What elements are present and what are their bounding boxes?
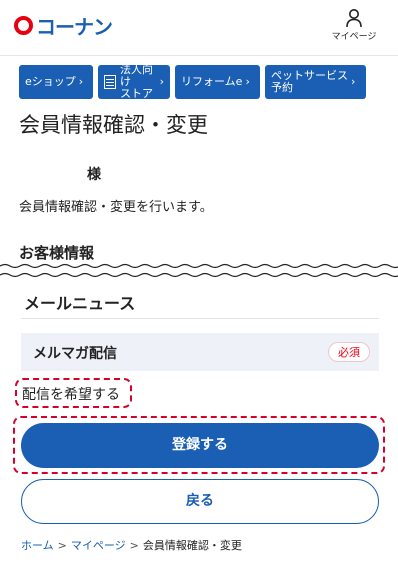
nav-eshop-label: eショップ xyxy=(25,75,76,88)
chevron-right-icon: › xyxy=(245,75,250,88)
user-icon xyxy=(346,9,362,28)
newsletter-opt-in-option[interactable]: 配信を希望する xyxy=(22,384,120,404)
section-title-mail-news: メールニュース xyxy=(24,294,136,313)
nav-eshop[interactable]: eショップ › xyxy=(19,65,93,99)
nav-reform-label: リフォームe xyxy=(181,75,243,88)
breadcrumb: ホーム > マイページ > 会員情報確認・変更 xyxy=(21,537,242,553)
building-icon xyxy=(104,75,116,89)
chevron-right-icon: › xyxy=(351,75,356,88)
logo-mark-icon xyxy=(14,15,33,35)
nav-pet-label: ペットサービス 予約 xyxy=(271,69,348,94)
register-button[interactable]: 登録する xyxy=(21,423,379,468)
nav-reform[interactable]: リフォームe › xyxy=(175,65,260,99)
site-header: コーナン マイページ xyxy=(0,0,398,56)
page-title: 会員情報確認・変更 xyxy=(19,113,208,137)
newsletter-field-label: メルマガ配信 xyxy=(33,346,117,362)
back-button[interactable]: 戻る xyxy=(21,479,379,524)
page-description: 会員情報確認・変更を行います。 xyxy=(19,200,213,215)
chevron-right-icon: › xyxy=(159,75,164,88)
customer-name-suffix: 様 xyxy=(87,167,101,183)
breadcrumb-home-link[interactable]: ホーム xyxy=(21,539,54,552)
konan-logo[interactable]: コーナン xyxy=(14,14,113,39)
section-divider xyxy=(21,318,379,319)
service-nav: eショップ › 法人向け ストア › リフォームe › ペットサービス 予約 › xyxy=(19,63,379,100)
required-badge: 必須 xyxy=(328,342,370,362)
chevron-right-icon: › xyxy=(78,75,84,88)
nav-corporate-store[interactable]: 法人向け ストア › xyxy=(98,63,170,100)
mypage-button[interactable]: マイページ xyxy=(328,8,380,42)
newsletter-field-header: メルマガ配信 必須 xyxy=(21,333,379,371)
breadcrumb-separator: > xyxy=(129,539,139,552)
breadcrumb-separator: > xyxy=(57,539,67,552)
content-break-divider xyxy=(0,263,398,278)
logo-text: コーナン xyxy=(36,14,113,39)
nav-corporate-label: 法人向け ストア xyxy=(120,63,153,100)
breadcrumb-mypage-link[interactable]: マイページ xyxy=(71,539,126,552)
nav-pet-service[interactable]: ペットサービス 予約 › xyxy=(265,65,366,99)
breadcrumb-current: 会員情報確認・変更 xyxy=(142,539,242,552)
mypage-label: マイページ xyxy=(331,32,377,42)
